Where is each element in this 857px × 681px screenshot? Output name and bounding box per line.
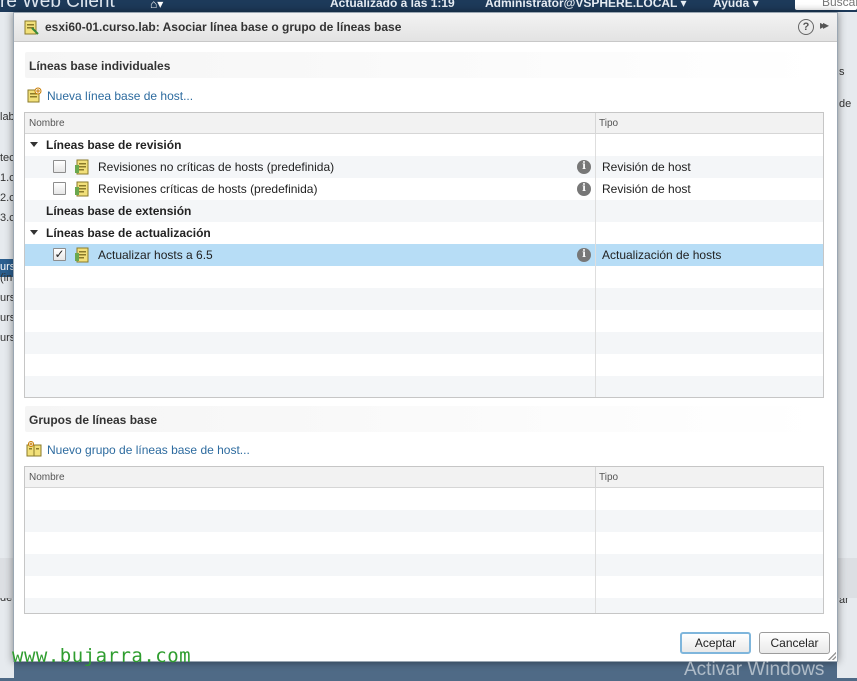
info-icon[interactable]: i xyxy=(577,248,591,262)
empty-row xyxy=(25,598,823,613)
column-divider xyxy=(595,488,596,613)
help-icon[interactable]: ? xyxy=(798,19,814,35)
bg-fragment: urs xyxy=(0,332,14,344)
baseline-name: Revisiones no críticas de hosts (predefi… xyxy=(98,160,335,174)
user-menu[interactable]: Administrator@VSPHERE.LOCAL ▾ xyxy=(485,0,687,10)
expand-triangle-icon[interactable] xyxy=(30,142,38,147)
baseline-checkbox-checked[interactable]: ✓ xyxy=(53,248,66,261)
bg-fragment: de xyxy=(839,98,852,110)
new-baseline-icon xyxy=(27,87,42,103)
baseline-attach-icon xyxy=(24,20,39,35)
cancel-button[interactable]: Cancelar xyxy=(759,632,830,654)
new-baseline-group-icon xyxy=(26,441,42,457)
column-separator[interactable] xyxy=(595,113,596,134)
updated-status: Actualizado a las 1:19 xyxy=(330,0,455,10)
baseline-row-selected[interactable]: ✓ Actualizar hosts a 6.5 i Actualización… xyxy=(25,244,823,266)
site-watermark: www.bujarra.com xyxy=(12,645,192,667)
empty-row xyxy=(25,510,823,532)
bg-fragment: (in xyxy=(0,272,13,284)
group-row-upgrade[interactable]: Líneas base de actualización xyxy=(25,222,823,244)
info-icon[interactable]: i xyxy=(577,182,591,196)
expand-icon[interactable]: ▸▸ xyxy=(820,18,829,32)
bg-fragment: 2.c xyxy=(0,192,14,204)
group-row-extension[interactable]: Líneas base de extensión xyxy=(25,200,823,222)
group-label: Líneas base de extensión xyxy=(46,204,192,218)
patch-baseline-icon xyxy=(75,181,89,197)
grid-header: Nombre Tipo xyxy=(25,113,823,134)
bg-fragment: urs xyxy=(0,312,14,324)
info-icon[interactable]: i xyxy=(577,160,591,174)
section-title-groups: Grupos de líneas base xyxy=(25,406,823,432)
new-host-baseline-group-label: Nuevo grupo de líneas base de host... xyxy=(47,443,250,457)
expand-triangle-icon[interactable] xyxy=(30,230,38,235)
empty-row xyxy=(25,288,823,310)
baseline-name: Revisiones críticas de hosts (predefinid… xyxy=(98,182,318,196)
new-host-baseline-group-link[interactable]: Nuevo grupo de líneas base de host... xyxy=(26,441,266,459)
baseline-name: Actualizar hosts a 6.5 xyxy=(98,248,213,262)
bg-fragment: s xyxy=(839,66,845,78)
section-title-individual: Líneas base individuales xyxy=(25,52,823,78)
baseline-row[interactable]: Revisiones críticas de hosts (predefinid… xyxy=(25,178,823,200)
bg-fragment: tec xyxy=(0,152,14,164)
grid-header: Nombre Tipo xyxy=(25,467,823,488)
home-icon[interactable]: ⌂▾ xyxy=(150,0,163,11)
group-label: Líneas base de actualización xyxy=(46,226,211,240)
column-header-type[interactable]: Tipo xyxy=(599,118,618,129)
search-placeholder: Buscar xyxy=(822,0,857,9)
dialog-body: Líneas base individuales Nueva línea bas… xyxy=(14,43,837,623)
column-separator[interactable] xyxy=(595,467,596,488)
bg-fragment: lab xyxy=(0,111,14,123)
column-header-name[interactable]: Nombre xyxy=(29,118,65,129)
bg-fragment: 1.c xyxy=(0,172,14,184)
baseline-type: Revisión de host xyxy=(602,160,691,174)
baseline-type: Revisión de host xyxy=(602,182,691,196)
search-input[interactable]: Buscar xyxy=(795,0,857,10)
individual-baselines-grid: Nombre Tipo Líneas base de revisión Revi… xyxy=(24,112,824,398)
dialog-header: esxi60-01.curso.lab: Asociar línea base … xyxy=(14,13,837,42)
baseline-type: Actualización de hosts xyxy=(602,248,722,262)
empty-row xyxy=(25,332,823,354)
dialog-title: esxi60-01.curso.lab: Asociar línea base … xyxy=(45,20,402,34)
associate-baseline-dialog: esxi60-01.curso.lab: Asociar línea base … xyxy=(13,12,838,662)
empty-row xyxy=(25,376,823,397)
upgrade-baseline-icon xyxy=(75,247,89,263)
new-host-baseline-link[interactable]: Nueva línea base de host... xyxy=(26,87,226,105)
help-menu[interactable]: Ayuda ▾ xyxy=(713,0,759,10)
baseline-groups-grid: Nombre Tipo xyxy=(24,466,824,614)
bg-fragment: 3.c xyxy=(0,212,14,224)
empty-row xyxy=(25,554,823,576)
baseline-row[interactable]: Revisiones no críticas de hosts (predefi… xyxy=(25,156,823,178)
baseline-checkbox[interactable] xyxy=(53,182,66,195)
baseline-checkbox[interactable] xyxy=(53,160,66,173)
group-row-revision[interactable]: Líneas base de revisión xyxy=(25,134,823,156)
group-label: Líneas base de revisión xyxy=(46,138,182,152)
bg-fragment: urs xyxy=(0,292,14,304)
patch-baseline-icon xyxy=(75,159,89,175)
resize-grip-icon[interactable] xyxy=(828,652,836,660)
column-divider xyxy=(595,134,596,397)
app-topbar: re Web Client ⌂▾ Actualizado a las 1:19 … xyxy=(0,0,857,12)
column-header-name[interactable]: Nombre xyxy=(29,472,65,483)
new-host-baseline-label: Nueva línea base de host... xyxy=(47,89,194,103)
ok-button[interactable]: Aceptar xyxy=(680,632,751,654)
column-header-type[interactable]: Tipo xyxy=(599,472,618,483)
app-title: re Web Client xyxy=(0,0,115,12)
